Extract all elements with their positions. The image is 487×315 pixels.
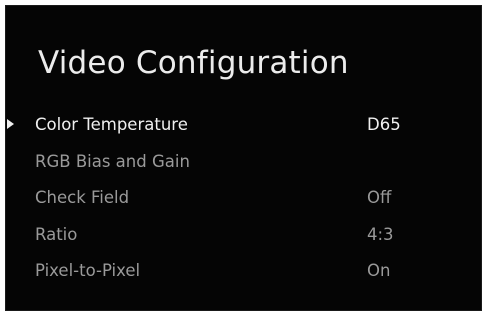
menu-item-value: Off [367, 188, 392, 207]
menu-item-label: Color Temperature [35, 115, 188, 134]
menu-item-label: Ratio [35, 224, 78, 244]
menu-item-ratio[interactable]: Ratio 4:3 [5, 221, 482, 258]
menu-item-value: D65 [367, 115, 401, 134]
video-configuration-menu-screen: Video Configuration Color Temperature D6… [5, 5, 482, 311]
menu-item-value: On [367, 261, 391, 280]
menu-item-check-field[interactable]: Check Field Off [5, 184, 482, 221]
menu-item-rgb-bias-and-gain[interactable]: RGB Bias and Gain [5, 148, 482, 185]
menu-item-color-temperature[interactable]: Color Temperature D65 [5, 111, 482, 148]
menu-list: Color Temperature D65 RGB Bias and Gain … [5, 111, 482, 294]
menu-item-value: 4:3 [367, 224, 394, 244]
menu-item-pixel-to-pixel[interactable]: Pixel-to-Pixel On [5, 257, 482, 294]
menu-item-label: Check Field [35, 188, 130, 207]
selection-cursor-icon [7, 119, 14, 129]
menu-item-label: RGB Bias and Gain [35, 151, 190, 171]
menu-item-label: Pixel-to-Pixel [35, 261, 141, 280]
menu-title: Video Configuration [38, 45, 349, 81]
